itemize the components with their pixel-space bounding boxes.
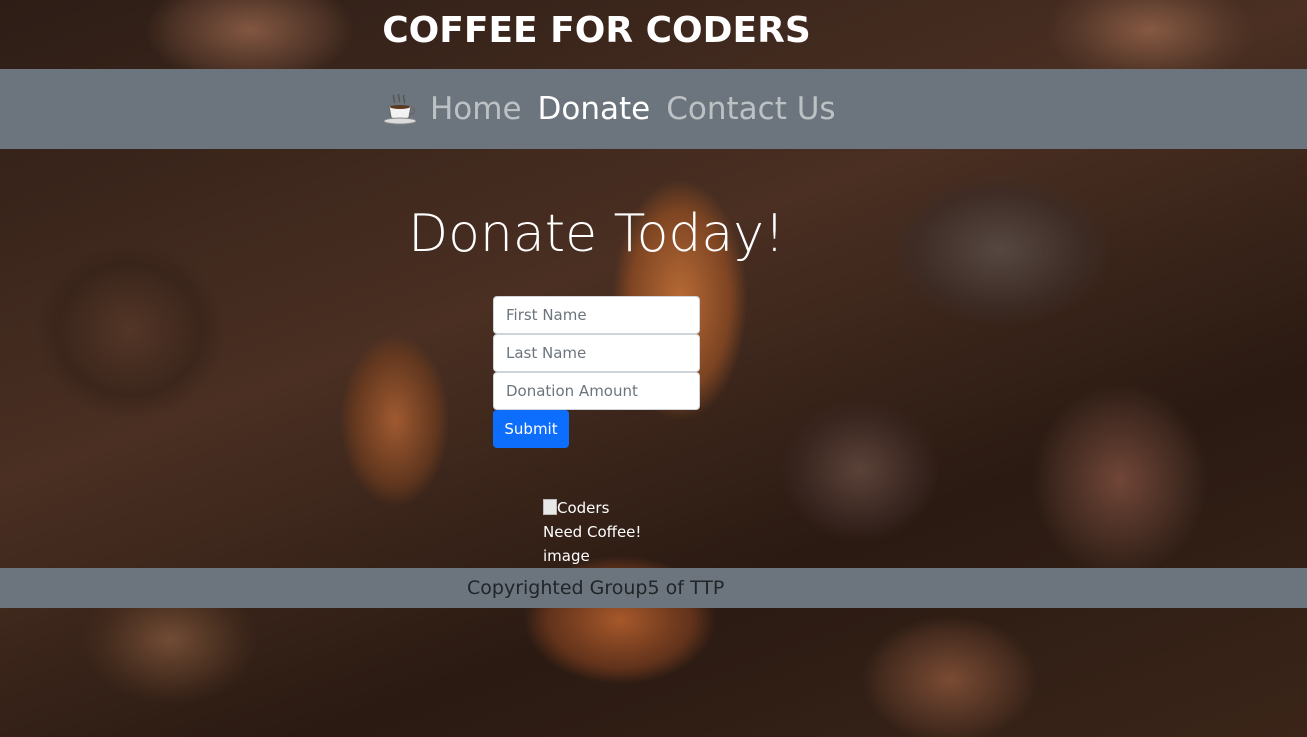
nav-link-donate[interactable]: Donate <box>538 89 651 129</box>
footer-copyright: Copyrighted Group5 of TTP <box>467 577 725 599</box>
donation-amount-input[interactable] <box>493 372 700 410</box>
last-name-input[interactable] <box>493 334 700 372</box>
broken-image-icon <box>543 499 557 515</box>
coffee-cup-icon[interactable] <box>382 91 420 127</box>
coders-need-coffee-image: Coders Need Coffee! image <box>543 496 653 568</box>
nav-link-home[interactable]: Home <box>430 89 522 129</box>
first-name-input[interactable] <box>493 296 700 334</box>
nav-link-contact-us[interactable]: Contact Us <box>666 89 835 129</box>
page-title: Donate Today! <box>408 204 785 264</box>
footer: Copyrighted Group5 of TTP <box>0 568 1307 608</box>
navbar: Home Donate Contact Us <box>0 69 1307 149</box>
site-title: COFFEE FOR CODERS <box>382 10 811 51</box>
image-alt-text: Coders Need Coffee! image <box>543 499 642 565</box>
nav-links: Home Donate Contact Us <box>382 69 852 149</box>
donation-form: Submit <box>493 296 700 448</box>
submit-button[interactable]: Submit <box>493 410 569 448</box>
